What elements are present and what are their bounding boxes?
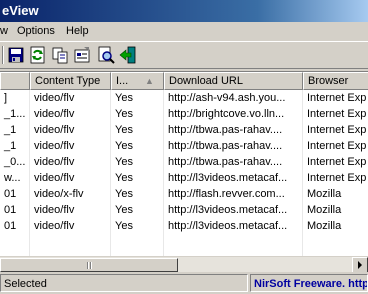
status-selected: Selected: [0, 274, 248, 292]
status-credit-link[interactable]: NirSoft Freeware. http://w: [250, 274, 368, 292]
table-row[interactable]: w... video/flv Yes http://l3videos.metacaf.…: [0, 170, 368, 186]
scroll-right-button[interactable]: [352, 257, 368, 273]
cell-download-url: http://flash.revver.com...: [168, 188, 285, 200]
column-header-filename[interactable]: [0, 72, 30, 90]
cell-download-url: http://tbwa.pas-rahav....: [168, 140, 283, 152]
column-header-in-cache[interactable]: I... ▲: [111, 72, 164, 90]
table-row[interactable]: 01 video/flv Yes http://l3videos.metacaf...…: [0, 202, 368, 218]
cell-browser: Mozilla: [307, 204, 342, 216]
cell-in-cache: Yes: [115, 172, 133, 184]
menu-options[interactable]: Options: [17, 22, 55, 41]
cell-browser: Internet Exp: [307, 108, 367, 120]
cell-browser: Internet Exp: [307, 124, 367, 136]
cell-in-cache: Yes: [115, 124, 133, 136]
column-header-content-type[interactable]: Content Type: [30, 72, 111, 90]
cell-filename: _0...: [4, 156, 26, 168]
table-row[interactable]: _0... video/flv Yes http://tbwa.pas-rahav..…: [0, 154, 368, 170]
table-row[interactable]: _1 video/flv Yes http://tbwa.pas-rahav.... I…: [0, 138, 368, 154]
cell-browser: Mozilla: [307, 220, 342, 232]
table-row[interactable]: _1... video/flv Yes http://brightcove.vo.ll…: [0, 106, 368, 122]
cell-content-type: video/flv: [34, 140, 75, 152]
cell-content-type: video/flv: [34, 172, 75, 184]
cell-filename: _1: [4, 124, 17, 136]
column-header-browser[interactable]: Browser: [303, 72, 368, 90]
downloads-table[interactable]: Content Type I... ▲ Download URL Browser…: [0, 71, 368, 257]
table-row[interactable]: _1 video/flv Yes http://tbwa.pas-rahav.... I…: [0, 122, 368, 138]
cell-filename: _1: [4, 140, 17, 152]
find-icon[interactable]: [97, 46, 115, 64]
menu-bar: w Options Help: [0, 22, 368, 41]
cell-content-type: video/flv: [34, 92, 75, 104]
table-row[interactable]: 01 video/flv Yes http://l3videos.metacaf...…: [0, 218, 368, 234]
cell-download-url: http://ash-v94.ash.you...: [168, 92, 286, 104]
cell-download-url: http://l3videos.metacaf...: [168, 172, 288, 184]
scrollbar-thumb[interactable]: [0, 258, 178, 272]
cell-content-type: video/x-flv: [34, 188, 84, 200]
cell-content-type: video/flv: [34, 204, 75, 216]
cell-in-cache: Yes: [115, 92, 133, 104]
horizontal-scrollbar[interactable]: [0, 256, 368, 273]
cell-filename: _1...: [4, 108, 26, 120]
arrow-right-icon: [358, 261, 362, 269]
cell-download-url: http://brightcove.vo.lln...: [168, 108, 285, 120]
save-icon[interactable]: [7, 46, 25, 64]
table-row[interactable]: 01 video/x-flv Yes http://flash.revver.com.…: [0, 186, 368, 202]
cell-in-cache: Yes: [115, 220, 133, 232]
cell-in-cache: Yes: [115, 156, 133, 168]
cell-browser: Internet Exp: [307, 172, 367, 184]
menu-view[interactable]: w: [0, 22, 8, 41]
cell-in-cache: Yes: [115, 140, 133, 152]
cell-download-url: http://tbwa.pas-rahav....: [168, 156, 283, 168]
cell-download-url: http://tbwa.pas-rahav....: [168, 124, 283, 136]
cell-in-cache: Yes: [115, 108, 133, 120]
table-row[interactable]: ] video/flv Yes http://ash-v94.ash.you... In…: [0, 90, 368, 106]
column-header-download-url[interactable]: Download URL: [164, 72, 303, 90]
refresh-icon[interactable]: [29, 46, 47, 64]
cell-browser: Internet Exp: [307, 156, 367, 168]
cell-download-url: http://l3videos.metacaf...: [168, 220, 288, 232]
scrollbar-grip: [87, 262, 93, 269]
window-title: eView: [2, 3, 39, 18]
toolbar-separator: [2, 46, 4, 64]
cell-filename: 01: [4, 188, 17, 200]
menu-help[interactable]: Help: [66, 22, 89, 41]
cell-content-type: video/flv: [34, 124, 75, 136]
cell-filename: 01: [4, 204, 17, 216]
status-bar: Selected NirSoft Freeware. http://w: [0, 272, 368, 294]
cell-browser: Internet Exp: [307, 92, 367, 104]
cell-filename: 01: [4, 220, 17, 232]
cell-content-type: video/flv: [34, 156, 75, 168]
cell-browser: Mozilla: [307, 188, 342, 200]
cell-filename: ]: [4, 92, 8, 104]
cell-content-type: video/flv: [34, 220, 75, 232]
cell-download-url: http://l3videos.metacaf...: [168, 204, 288, 216]
sort-ascending-icon: ▲: [145, 76, 154, 86]
copy-icon[interactable]: [51, 46, 69, 64]
cell-browser: Internet Exp: [307, 140, 367, 152]
cell-in-cache: Yes: [115, 204, 133, 216]
cell-filename: w...: [4, 172, 21, 184]
toolbar: [0, 41, 368, 69]
title-bar[interactable]: eView: [0, 0, 368, 22]
cell-content-type: video/flv: [34, 108, 75, 120]
column-header-in-cache-label: I...: [116, 75, 129, 87]
exit-icon[interactable]: [119, 46, 137, 64]
properties-icon[interactable]: [73, 46, 91, 64]
cell-in-cache: Yes: [115, 188, 133, 200]
